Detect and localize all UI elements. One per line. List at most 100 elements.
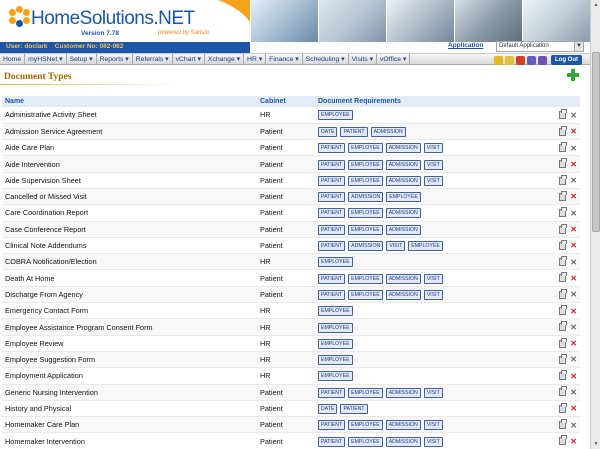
table-row[interactable]: Homemaker Care Plan Patient PATIENT EMPLOYE… <box>2 416 580 434</box>
add-document-type-button[interactable] <box>567 69 579 81</box>
copy-icon[interactable] <box>559 174 568 185</box>
delete-icon[interactable]: ✕ <box>570 404 577 413</box>
document-type-name[interactable]: Homemaker Intervention <box>2 432 257 449</box>
table-row[interactable]: Employee Suggestion Form HR EMPLOYEE ✕ <box>2 351 580 369</box>
nav-item[interactable]: HR ▾ <box>244 53 267 65</box>
scroll-down-icon[interactable]: ▼ <box>592 440 600 448</box>
table-row[interactable]: History and Physical Patient DATE PATIENT ✕ <box>2 400 580 418</box>
nav-item[interactable]: Referrals ▾ <box>133 53 173 65</box>
nav-item[interactable]: Reports ▾ <box>97 53 133 65</box>
delete-icon[interactable]: ✕ <box>570 421 577 430</box>
application-select[interactable]: Default Application ▼ <box>496 41 584 52</box>
delete-icon[interactable]: ✕ <box>570 290 577 299</box>
copy-icon[interactable] <box>559 305 568 315</box>
column-header-cabinet[interactable]: Cabinet <box>257 96 315 107</box>
copy-icon[interactable] <box>559 142 568 153</box>
document-type-name[interactable]: Cancelled or Missed Visit <box>2 188 257 206</box>
nav-item[interactable]: vChart ▾ <box>173 53 205 65</box>
table-row[interactable]: Cancelled or Missed Visit Patient PATIENT A… <box>2 188 580 206</box>
table-row[interactable]: Care Coordination Report Patient PATIENT EM… <box>2 204 580 222</box>
nav-item[interactable]: Xchange ▾ <box>205 53 245 65</box>
document-type-name[interactable]: Care Coordination Report <box>2 204 257 222</box>
delete-icon[interactable]: ✕ <box>570 307 577 316</box>
delete-icon[interactable]: ✕ <box>570 323 577 332</box>
document-type-name[interactable]: Employee Suggestion Form <box>2 351 257 369</box>
table-row[interactable]: Aide Intervention Patient PATIENT EMPLOYEE A… <box>2 155 580 173</box>
page-scrollbar[interactable]: ▲ ▼ <box>590 0 600 449</box>
document-type-name[interactable]: Administrative Activity Sheet <box>2 107 257 124</box>
document-type-name[interactable]: Discharge From Agency <box>2 286 257 304</box>
copy-icon[interactable] <box>559 402 568 413</box>
table-row[interactable]: Death At Home Patient PATIENT EMPLOYEE ADMIS… <box>2 269 580 287</box>
delete-icon[interactable]: ✕ <box>570 388 577 397</box>
copy-icon[interactable] <box>559 223 568 234</box>
table-row[interactable]: Employment Application HR EMPLOYEE ✕ <box>2 367 580 385</box>
document-type-name[interactable]: History and Physical <box>2 400 257 418</box>
document-type-name[interactable]: Emergency Contact Form <box>2 302 257 320</box>
column-header-name[interactable]: Name <box>2 96 257 107</box>
nav-item[interactable]: Finance ▾ <box>266 53 303 65</box>
delete-icon[interactable]: ✕ <box>570 160 577 169</box>
table-row[interactable]: Case Conference Report Patient PATIENT EMPL… <box>2 221 580 238</box>
table-row[interactable]: Employee Review HR EMPLOYEE ✕ <box>2 335 580 352</box>
delete-icon[interactable]: ✕ <box>570 339 577 348</box>
document-type-name[interactable]: Case Conference Report <box>2 221 257 238</box>
application-link[interactable]: Application <box>448 42 483 49</box>
document-type-name[interactable]: Generic Nursing Intervention <box>2 384 257 401</box>
nav-item[interactable]: Home <box>0 53 26 65</box>
delete-icon[interactable]: ✕ <box>570 127 577 136</box>
help-icon[interactable] <box>538 55 547 65</box>
copy-icon[interactable] <box>559 272 568 283</box>
copy-icon[interactable] <box>559 190 568 201</box>
document-type-name[interactable]: Aide Supervision Sheet <box>2 172 257 189</box>
delete-icon[interactable]: ✕ <box>570 437 577 446</box>
copy-icon[interactable] <box>559 353 568 364</box>
document-type-name[interactable]: COBRA Notification/Election <box>2 253 257 271</box>
table-row[interactable]: Employee Assistance Program Consent Form… <box>2 318 580 336</box>
nav-item[interactable]: Visits ▾ <box>349 53 378 65</box>
table-row[interactable]: Administrative Activity Sheet HR EMPLOYEE ✕ <box>2 107 580 124</box>
copy-icon[interactable] <box>559 435 568 446</box>
scroll-up-icon[interactable]: ▲ <box>592 1 600 9</box>
document-type-name[interactable]: Homemaker Care Plan <box>2 416 257 434</box>
note-icon[interactable] <box>505 55 514 65</box>
document-type-name[interactable]: Clinical Note Addendums <box>2 237 257 255</box>
delete-icon[interactable]: ✕ <box>570 209 577 218</box>
document-type-name[interactable]: Aide Intervention <box>2 155 257 173</box>
copy-icon[interactable] <box>559 370 568 381</box>
copy-icon[interactable] <box>559 109 568 120</box>
document-type-name[interactable]: Death At Home <box>2 269 257 287</box>
delete-icon[interactable]: ✕ <box>570 241 577 250</box>
copy-icon[interactable] <box>559 256 568 267</box>
document-type-name[interactable]: Aide Care Plan <box>2 139 257 157</box>
document-type-name[interactable]: Employee Review <box>2 335 257 352</box>
nav-item[interactable]: myHSNet ▾ <box>25 53 67 65</box>
delete-icon[interactable]: ✕ <box>570 144 577 153</box>
scrollbar-thumb[interactable] <box>592 52 600 232</box>
table-row[interactable]: Aide Supervision Sheet Patient PATIENT EMPL… <box>2 172 580 189</box>
envelope-icon[interactable] <box>527 55 536 65</box>
chevron-down-icon[interactable]: ▼ <box>574 42 583 51</box>
copy-icon[interactable] <box>559 321 568 332</box>
document-type-name[interactable]: Employee Assistance Program Consent Form <box>2 318 257 336</box>
copy-icon[interactable] <box>559 125 568 136</box>
table-row[interactable]: Discharge From Agency Patient PATIENT EMPLO… <box>2 286 580 304</box>
copy-icon[interactable] <box>559 386 568 397</box>
delete-icon[interactable]: ✕ <box>570 355 577 364</box>
delete-icon[interactable]: ✕ <box>570 176 577 185</box>
delete-icon[interactable]: ✕ <box>570 372 577 381</box>
delete-icon[interactable]: ✕ <box>570 258 577 267</box>
document-type-name[interactable]: Admission Service Agreement <box>2 123 257 141</box>
copy-icon[interactable] <box>559 239 568 250</box>
delete-icon[interactable]: ✕ <box>570 192 577 201</box>
table-row[interactable]: Clinical Note Addendums Patient PATIENT ADM… <box>2 237 580 255</box>
logout-button[interactable]: Log Out <box>551 55 582 65</box>
table-row[interactable]: Aide Care Plan Patient PATIENT EMPLOYEE ADMI… <box>2 139 580 157</box>
flag-icon[interactable] <box>516 55 525 65</box>
copy-icon[interactable] <box>559 288 568 299</box>
delete-icon[interactable]: ✕ <box>570 111 577 120</box>
copy-icon[interactable] <box>559 207 568 218</box>
copy-icon[interactable] <box>559 158 568 169</box>
copy-icon[interactable] <box>559 419 568 430</box>
table-row[interactable]: Emergency Contact Form HR EMPLOYEE ✕ <box>2 302 580 320</box>
